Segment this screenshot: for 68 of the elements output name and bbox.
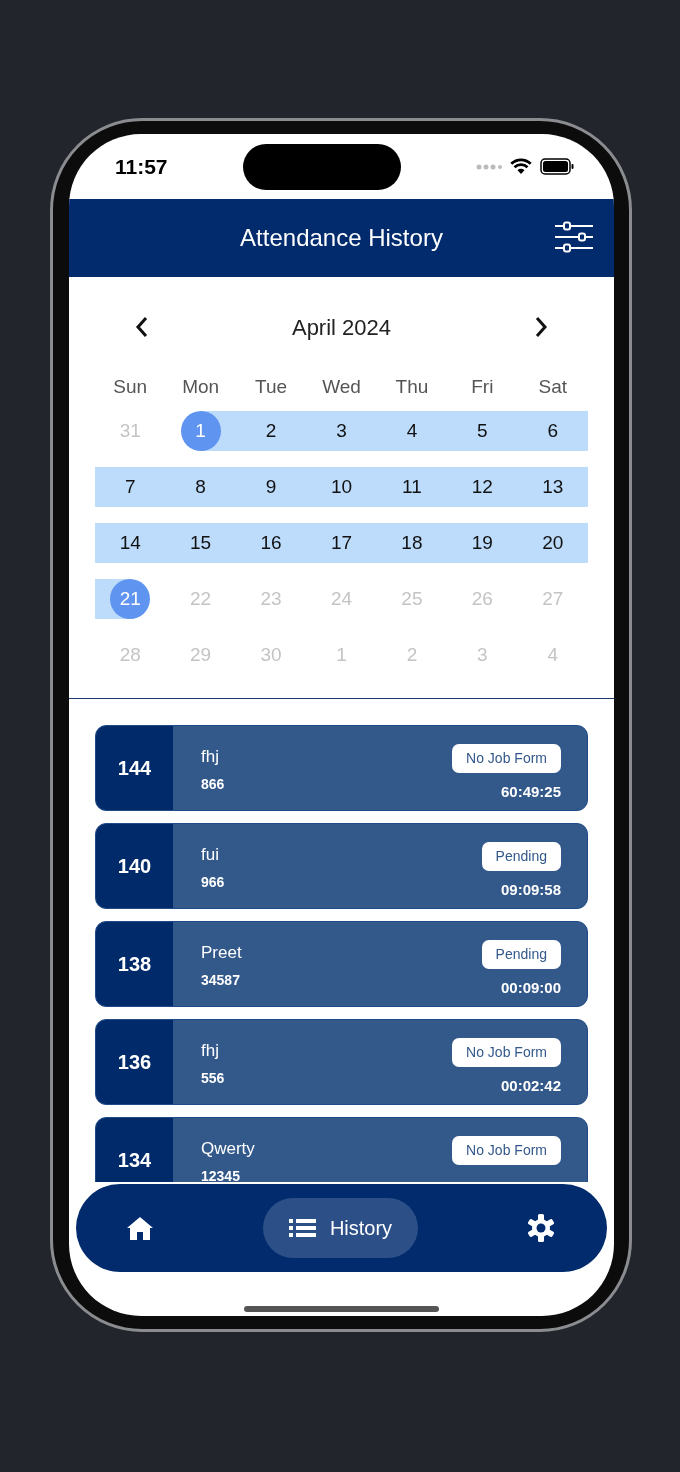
calendar-day[interactable]: 8 bbox=[180, 467, 221, 507]
status-tag: No Job Form bbox=[452, 1038, 561, 1067]
record-duration: 00:09:00 bbox=[500, 978, 561, 998]
wifi-icon bbox=[510, 158, 532, 175]
status-tag: Pending bbox=[481, 940, 561, 969]
calendar-day[interactable]: 2 bbox=[251, 411, 292, 451]
status-tag: No Job Form bbox=[452, 744, 561, 773]
calendar-day[interactable]: 17 bbox=[321, 523, 362, 563]
weekday-label: Thu bbox=[394, 375, 430, 399]
calendar-day[interactable]: 9 bbox=[251, 467, 292, 507]
record-code: 556 bbox=[201, 1068, 225, 1088]
weekday-label: Sat bbox=[537, 375, 569, 399]
calendar-day[interactable]: 6 bbox=[532, 411, 573, 451]
record-card[interactable]: 136 fhj 556 No Job Form 00:02:42 bbox=[95, 1019, 588, 1105]
calendar-day[interactable]: 12 bbox=[462, 467, 503, 507]
page-title: Attendance History bbox=[240, 223, 443, 253]
signal-icon bbox=[476, 162, 502, 171]
record-code: 34587 bbox=[201, 970, 241, 990]
calendar-day[interactable]: 20 bbox=[532, 523, 573, 563]
calendar-day[interactable]: 4 bbox=[391, 411, 432, 451]
home-icon bbox=[126, 1215, 154, 1241]
weekday-label: Wed bbox=[321, 375, 362, 399]
weekday-label: Tue bbox=[254, 375, 289, 399]
calendar-day[interactable]: 16 bbox=[251, 523, 292, 563]
record-card[interactable]: 134 Qwerty 12345 No Job Form bbox=[95, 1117, 588, 1182]
weekday-label: Fri bbox=[470, 375, 495, 399]
nav-tab[interactable]: History bbox=[262, 1198, 419, 1258]
status-tag: No Job Form bbox=[452, 1136, 561, 1165]
record-card[interactable]: 138 Preet 34587 Pending 00:09:00 bbox=[95, 921, 588, 1007]
record-name: fhj bbox=[201, 1040, 220, 1062]
weekday-label: Mon bbox=[181, 375, 221, 399]
calendar-day[interactable]: 19 bbox=[462, 523, 503, 563]
settings-icon bbox=[527, 1214, 555, 1242]
battery-icon bbox=[540, 158, 574, 175]
record-number: 138 bbox=[96, 922, 173, 1006]
calendar-day[interactable]: 3 bbox=[321, 411, 362, 451]
calendar-day[interactable]: 18 bbox=[391, 523, 432, 563]
record-card[interactable]: 140 fui 966 Pending 09:09:58 bbox=[95, 823, 588, 909]
status-time: 11:57 bbox=[115, 153, 168, 180]
record-card[interactable]: 144 fhj 866 No Job Form 60:49:25 bbox=[95, 725, 588, 811]
status-tag: Pending bbox=[481, 842, 561, 871]
record-code: 966 bbox=[201, 872, 225, 892]
calendar-day[interactable]: 7 bbox=[110, 467, 151, 507]
weekday-label: Sun bbox=[112, 375, 149, 399]
record-number: 144 bbox=[96, 726, 173, 810]
record-number: 140 bbox=[96, 824, 173, 908]
calendar-day[interactable]: 15 bbox=[180, 523, 221, 563]
calendar-day[interactable]: 14 bbox=[110, 523, 151, 563]
record-name: Preet bbox=[201, 942, 242, 964]
record-duration: 60:49:25 bbox=[500, 782, 561, 802]
record-code: 12345 bbox=[201, 1166, 241, 1182]
chevron-left-icon bbox=[135, 316, 149, 338]
record-name: fui bbox=[201, 844, 220, 866]
list-icon bbox=[288, 1218, 316, 1238]
chevron-right-icon bbox=[534, 316, 548, 338]
record-name: Qwerty bbox=[201, 1138, 255, 1160]
record-duration: 09:09:58 bbox=[500, 880, 561, 900]
record-number: 136 bbox=[96, 1020, 173, 1104]
filter-button[interactable] bbox=[554, 221, 594, 253]
record-number: 134 bbox=[96, 1118, 173, 1182]
calendar-day[interactable]: 10 bbox=[321, 467, 362, 507]
record-code: 866 bbox=[201, 774, 225, 794]
calendar-day[interactable]: 11 bbox=[391, 467, 432, 507]
calendar-day[interactable]: 5 bbox=[462, 411, 503, 451]
record-duration: 00:02:42 bbox=[500, 1076, 561, 1096]
calendar-day[interactable]: 13 bbox=[532, 467, 573, 507]
record-name: fhj bbox=[201, 746, 220, 768]
month-title: April 2024 bbox=[291, 313, 392, 342]
